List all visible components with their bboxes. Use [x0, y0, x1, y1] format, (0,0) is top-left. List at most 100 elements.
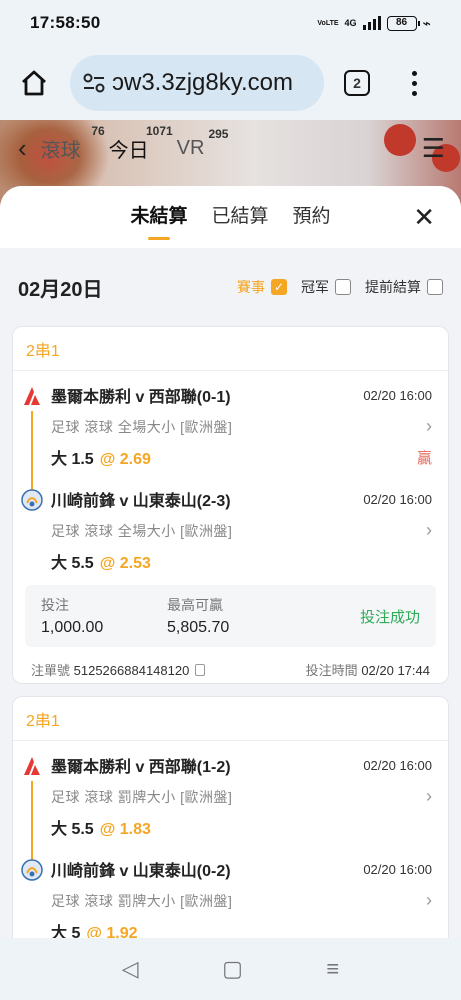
selection-pick: 大 5.5	[51, 821, 94, 838]
charging-icon: ⌁	[422, 14, 431, 31]
filter-options: 賽事 ✓ 冠军 提前結算	[237, 277, 443, 297]
bet-leg[interactable]: 川崎前鋒 v 山東泰山(2-3) 02/20 16:00 足球 滾球 全場大小 …	[13, 475, 448, 579]
match-time: 02/20 16:00	[363, 387, 432, 403]
filter-outright[interactable]: 冠军	[301, 277, 351, 297]
tab-live[interactable]: 滾球 76	[40, 124, 105, 163]
selection-pick: 大 5.5	[51, 555, 94, 572]
address-bar[interactable]: ɔw3.3zjg8ky.com	[70, 55, 324, 111]
checkbox-checked-icon[interactable]: ✓	[271, 279, 287, 295]
selection: 大 5 @ 1.92	[51, 919, 138, 938]
signal-icon	[362, 16, 381, 30]
order-label: 注單號	[31, 662, 71, 678]
network-label: 4G	[344, 18, 357, 28]
max-win-value: 5,805.70	[167, 619, 230, 636]
tab-label: 滾球	[40, 139, 81, 162]
chevron-right-icon[interactable]: ›	[426, 520, 432, 541]
home-nav-icon[interactable]: ▢	[222, 956, 243, 982]
bet-leg[interactable]: 川崎前鋒 v 山東泰山(0-2) 02/20 16:00 足球 滾球 罰牌大小 …	[13, 845, 448, 938]
team-logo-icon	[24, 387, 40, 405]
market-info: 足球 滾球 全場大小 [歐洲盤]	[51, 418, 233, 435]
chevron-right-icon[interactable]: ›	[426, 416, 432, 437]
date-label: 02月20日	[18, 278, 103, 301]
order-number: 5125266884148120	[73, 662, 190, 678]
selection-odds: @ 2.69	[99, 451, 151, 468]
site-settings-icon[interactable]	[82, 72, 106, 94]
back-nav-icon[interactable]: ◁	[122, 956, 139, 982]
bet-summary: 投注 1,000.00 最高可贏 5,805.70 投注成功	[25, 585, 436, 647]
menu-icon[interactable]: ☰	[422, 133, 445, 164]
volte-icon: VoLTE	[317, 19, 339, 27]
bet-footer: 注單號 5125266884148120 投注時間 02/20 17:44	[13, 647, 448, 683]
match-title: 川崎前鋒 v 山東泰山(2-3)	[51, 493, 231, 510]
stake-value: 1,000.00	[41, 619, 104, 636]
tab-settled[interactable]: 已結算	[211, 201, 268, 234]
market-info: 足球 滾球 罰牌大小 [歐洲盤]	[51, 892, 233, 909]
home-button[interactable]	[12, 61, 56, 105]
back-icon[interactable]: ‹	[18, 133, 27, 164]
selection: 大 1.5 @ 2.69	[51, 445, 151, 469]
market-info: 足球 滾球 罰牌大小 [歐洲盤]	[51, 788, 233, 805]
battery-icon: 86	[386, 15, 420, 31]
bet-type: 2串1	[13, 327, 448, 371]
chevron-right-icon[interactable]: ›	[426, 786, 432, 807]
tab-reserved[interactable]: 預約	[293, 201, 331, 234]
close-icon[interactable]: ✕	[413, 202, 435, 233]
match-title: 墨爾本勝利 v 西部聯(0-1)	[51, 389, 231, 406]
match-time: 02/20 16:00	[363, 861, 432, 877]
filter-row: 02月20日 賽事 ✓ 冠军 提前結算	[0, 248, 461, 326]
overflow-menu-icon[interactable]	[412, 70, 417, 96]
tab-count: 76	[91, 123, 105, 138]
stake-label: 投注	[41, 597, 69, 613]
status-bar: 17:58:50 VoLTE 4G 86 ⌁	[0, 0, 461, 46]
bet-status: 投注成功	[359, 608, 420, 626]
match-title: 川崎前鋒 v 山東泰山(0-2)	[51, 863, 231, 880]
filter-label: 冠军	[301, 279, 329, 295]
system-nav-bar: ◁ ▢ ≡	[0, 938, 461, 1000]
match-time: 02/20 16:00	[363, 491, 432, 507]
tab-count: 295	[208, 126, 229, 141]
filter-match[interactable]: 賽事 ✓	[237, 277, 287, 297]
filter-label: 賽事	[237, 279, 265, 295]
tab-vr[interactable]: VR 295	[176, 127, 229, 160]
bet-card: 2串1 墨爾本勝利 v 西部聯(0-1) 02/20 16:00 足球 滾球 全…	[12, 326, 449, 684]
sheet-header: 未結算 已結算 預約 ✕	[0, 186, 461, 248]
tab-today[interactable]: 今日 1071	[108, 124, 173, 163]
bet-card: 2串1 墨爾本勝利 v 西部聯(1-2) 02/20 16:00 足球 滾球 罰…	[12, 696, 449, 938]
tab-switcher-button[interactable]: 2	[344, 70, 370, 96]
selection: 大 5.5 @ 1.83	[51, 815, 151, 839]
url-text: ɔw3.3zjg8ky.com	[112, 69, 293, 96]
selection-pick: 大 1.5	[51, 451, 94, 468]
copy-icon[interactable]	[195, 663, 206, 676]
tab-label: VR	[176, 136, 205, 159]
home-icon	[22, 70, 46, 96]
tab-unsettled[interactable]: 未結算	[130, 201, 187, 234]
status-icons: VoLTE 4G 86 ⌁	[317, 15, 431, 32]
bet-leg[interactable]: 墨爾本勝利 v 西部聯(0-1) 02/20 16:00 足球 滾球 全場大小 …	[13, 371, 448, 509]
selection-odds: @ 2.53	[99, 555, 151, 572]
team-logo-icon	[21, 859, 43, 881]
browser-toolbar: ɔw3.3zjg8ky.com 2	[0, 46, 461, 120]
selection-pick: 大 5	[51, 925, 81, 938]
team-logo-icon	[24, 757, 40, 775]
filter-label: 提前結算	[365, 279, 421, 295]
market-info: 足球 滾球 全場大小 [歐洲盤]	[51, 522, 233, 539]
tab-label: 今日	[108, 139, 149, 162]
bet-leg[interactable]: 墨爾本勝利 v 西部聯(1-2) 02/20 16:00 足球 滾球 罰牌大小 …	[13, 741, 448, 879]
match-title: 墨爾本勝利 v 西部聯(1-2)	[51, 759, 231, 776]
checkbox-icon[interactable]	[335, 279, 351, 295]
filter-early-settle[interactable]: 提前結算	[365, 277, 443, 297]
selection: 大 5.5 @ 2.53	[51, 549, 151, 573]
checkbox-icon[interactable]	[427, 279, 443, 295]
tab-count: 1071	[145, 123, 173, 138]
bet-time-value: 02/20 17:44	[361, 662, 430, 678]
selection-odds: @ 1.92	[86, 925, 138, 938]
team-logo-icon	[21, 489, 43, 511]
max-win-label: 最高可贏	[167, 597, 223, 613]
selection-odds: @ 1.83	[99, 821, 151, 838]
recents-nav-icon[interactable]: ≡	[326, 956, 339, 982]
sports-nav: ‹ 滾球 76 今日 1071 VR 295 ☰	[18, 124, 445, 168]
bet-record-sheet: 未結算 已結算 預約 ✕ 02月20日 賽事 ✓ 冠军 提前結算 2串1 墨爾本勝…	[0, 186, 461, 938]
bet-time-label: 投注時間	[305, 662, 358, 678]
leg-result: 贏	[416, 449, 432, 467]
chevron-right-icon[interactable]: ›	[426, 890, 432, 911]
